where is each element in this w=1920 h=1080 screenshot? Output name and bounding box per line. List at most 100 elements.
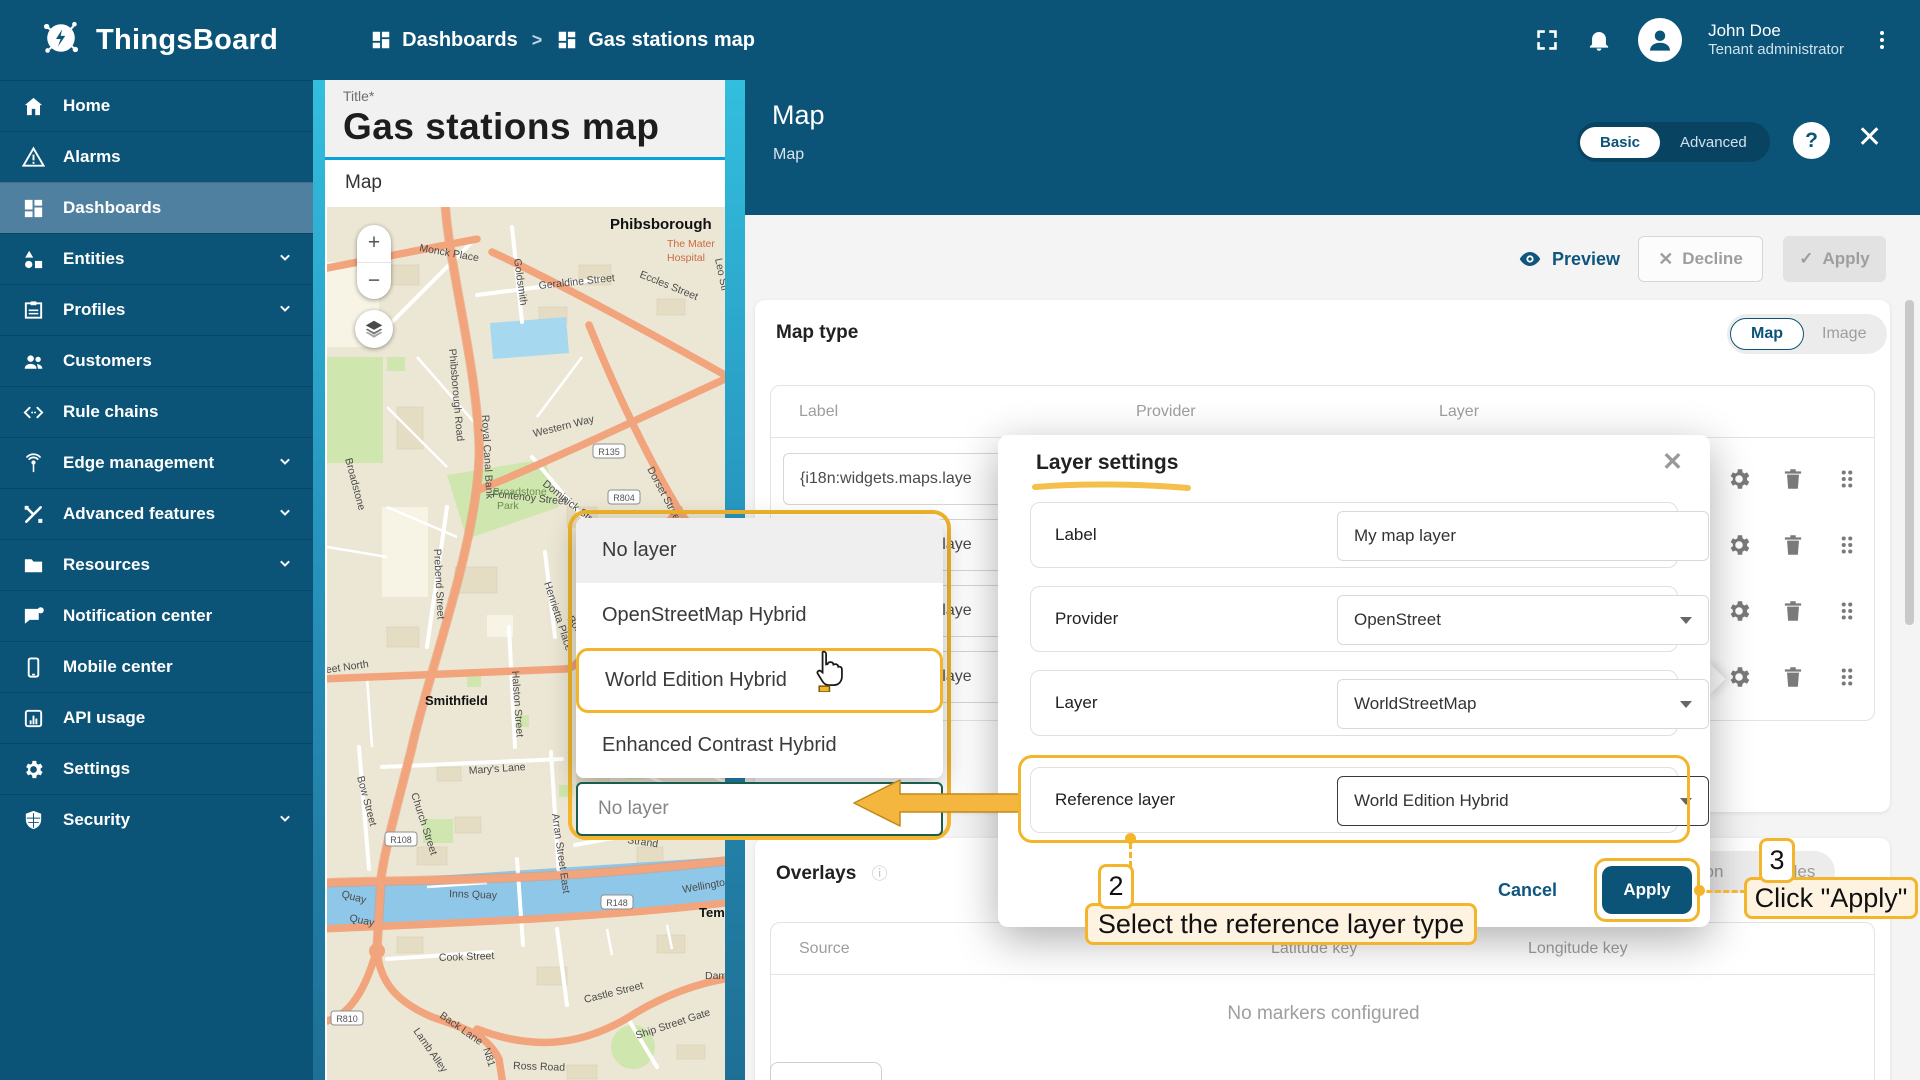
toggle-image[interactable]: Image [1804,319,1884,349]
sidebar-item-notification-center[interactable]: Notification center [0,590,313,641]
settings-icon[interactable] [1726,664,1752,690]
sidebar-item-label: Dashboards [63,198,295,218]
sidebar-item-security[interactable]: Security [0,794,313,845]
drag-handle-icon[interactable] [1834,598,1860,624]
delete-icon[interactable] [1780,664,1806,690]
dialog-close-icon[interactable]: ✕ [1662,447,1683,477]
breadcrumb-item[interactable]: Gas stations map [556,29,755,52]
sidebar-item-customers[interactable]: Customers [0,335,313,386]
drag-handle-icon[interactable] [1834,532,1860,558]
widget-title-value[interactable]: Gas stations map [343,106,725,148]
layer-option-no-layer[interactable]: No layer [576,518,943,583]
sidebar-item-label: Resources [63,555,257,575]
sidebar-item-label: Home [63,96,295,116]
dashboard-icon [556,29,578,51]
field-select[interactable]: World Edition Hybrid [1337,776,1709,826]
sidebar-item-entities[interactable]: Entities [0,233,313,284]
field-input[interactable]: My map layer [1337,511,1709,561]
sidebar-item-label: Customers [63,351,295,371]
map-layers-button[interactable] [355,310,393,348]
thingsboard-logo-icon [38,15,84,66]
apply-changes-button[interactable]: ✓ Apply [1783,236,1886,282]
annotation2-dot [1125,833,1136,844]
panel-close-icon[interactable]: ✕ [1857,120,1882,155]
map-street-label: Park [497,500,519,512]
sidebar-item-advanced-features[interactable]: Advanced features [0,488,313,539]
avatar[interactable] [1638,18,1682,62]
field-value: My map layer [1354,526,1456,546]
map-street-label: Inns Quay [449,888,498,902]
sidebar-item-settings[interactable]: Settings [0,743,313,794]
annotation2-number: 2 [1098,864,1134,909]
settings-icon[interactable] [1726,466,1752,492]
chevron-down-icon [275,247,295,272]
apply-check-icon: ✓ [1799,249,1813,269]
field-label: Reference layer [1055,790,1175,810]
sidebar-item-label: Profiles [63,300,257,320]
delete-icon[interactable] [1780,466,1806,492]
annotation3-text: Click "Apply" [1744,877,1918,919]
map-widget-label: Map [345,172,382,194]
field-select[interactable]: WorldStreetMap [1337,679,1709,729]
toggle-advanced[interactable]: Advanced [1660,127,1767,158]
breadcrumb-separator: > [532,30,543,51]
layer-option-world-edition-hybrid[interactable]: World Edition Hybrid [576,648,943,713]
drag-handle-icon[interactable] [1834,466,1860,492]
sidebar-item-profiles[interactable]: Profiles [0,284,313,335]
field-value: World Edition Hybrid [1354,791,1509,811]
chevron-down-icon [275,298,295,323]
dialog-field-layer: LayerWorldStreetMap [1030,670,1678,736]
basic-advanced-toggle: Basic Advanced [1577,122,1770,162]
delete-icon[interactable] [1780,598,1806,624]
settings-icon[interactable] [1726,532,1752,558]
layer-option-openstreetmap-hybrid[interactable]: OpenStreetMap Hybrid [576,583,943,648]
toggle-map[interactable]: Map [1730,318,1804,350]
widget-title-editor[interactable]: Title* Gas stations map [325,80,725,157]
preview-button[interactable]: Preview [1518,247,1620,271]
notifications-icon[interactable] [1586,27,1612,53]
user-info[interactable]: John Doe Tenant administrator [1708,20,1844,60]
settings-icon[interactable] [1726,598,1752,624]
toggle-basic[interactable]: Basic [1580,127,1660,158]
decline-button[interactable]: ✕ Decline [1638,236,1763,282]
user-name: John Doe [1708,20,1844,41]
sidebar-item-rule-chains[interactable]: Rule chains [0,386,313,437]
field-select[interactable]: OpenStreet [1337,595,1709,645]
road-badge: R148 [601,895,633,909]
dialog-cancel-button[interactable]: Cancel [1498,880,1557,901]
help-button[interactable]: ? [1793,122,1830,159]
delete-icon[interactable] [1780,532,1806,558]
more-vert-icon[interactable] [1870,28,1894,52]
panel-scrollbar[interactable] [1905,300,1914,625]
zoom-out-button[interactable]: − [357,263,391,300]
sidebar-item-dashboards[interactable]: Dashboards [0,182,313,233]
mobile-icon [22,656,45,679]
zoom-in-button[interactable]: + [357,225,391,263]
dialog-apply-button[interactable]: Apply [1602,866,1692,914]
sidebar-item-home[interactable]: Home [0,80,313,131]
breadcrumb-item[interactable]: Dashboards [370,29,518,52]
settings-panel-header: Map Map Basic Advanced ? ✕ [745,80,1920,215]
decline-x-icon: ✕ [1658,249,1673,270]
sidebar-item-label: API usage [63,708,295,728]
dialog-title: Layer settings [1036,451,1178,475]
map-street-label: Temple [699,905,725,920]
alarms-icon [22,146,45,169]
layer-option-enhanced-contrast-hybrid[interactable]: Enhanced Contrast Hybrid [576,713,943,778]
sidebar-item-api-usage[interactable]: API usage [0,692,313,743]
edge-icon [22,452,45,475]
no-markers-text: No markers configured [771,1003,1876,1025]
sidebar-item-label: Notification center [63,606,295,626]
sidebar-item-alarms[interactable]: Alarms [0,131,313,182]
drag-handle-icon[interactable] [1834,664,1860,690]
fullscreen-icon[interactable] [1534,27,1560,53]
entities-icon [22,248,45,271]
title-marker-underline [1032,481,1192,493]
field-label: Provider [1055,609,1118,629]
sidebar-item-label: Advanced features [63,504,257,524]
add-marker-button[interactable] [770,1062,882,1080]
sidebar-item-mobile-center[interactable]: Mobile center [0,641,313,692]
sidebar-item-label: Entities [63,249,257,269]
sidebar-item-resources[interactable]: Resources [0,539,313,590]
sidebar-item-edge-management[interactable]: Edge management [0,437,313,488]
